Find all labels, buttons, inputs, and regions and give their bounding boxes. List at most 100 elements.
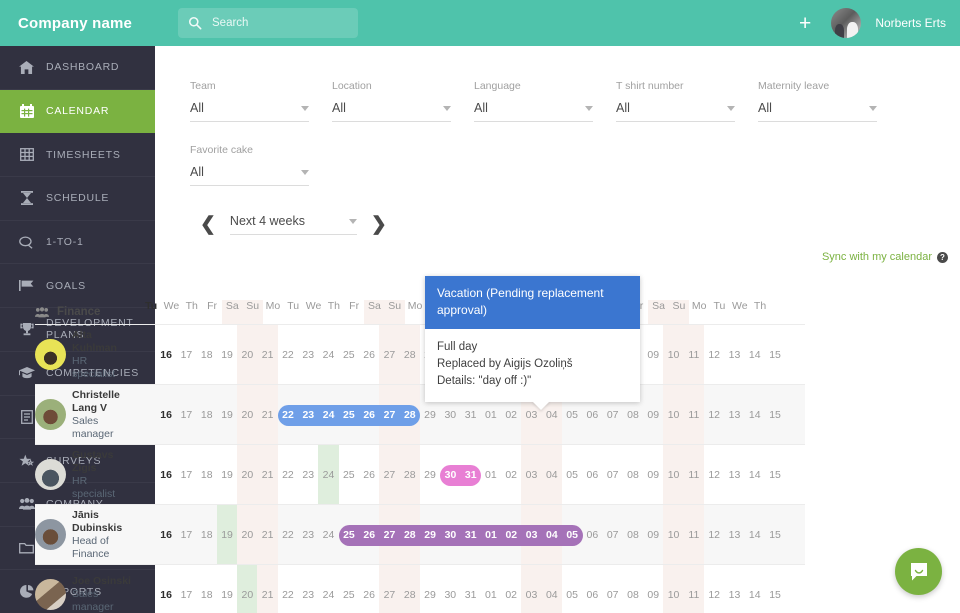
day-cell[interactable]: 11 xyxy=(684,385,704,445)
day-cell[interactable]: 04 xyxy=(542,565,562,613)
day-cell[interactable]: 10 xyxy=(663,445,683,505)
day-cell[interactable]: 15 xyxy=(765,565,785,613)
day-cell[interactable]: 22 xyxy=(278,505,298,565)
day-cell[interactable]: 11 xyxy=(684,325,704,385)
day-cell[interactable]: 19 xyxy=(217,325,237,385)
day-cell[interactable]: 10 xyxy=(663,325,683,385)
day-cell[interactable]: 16 xyxy=(156,325,176,385)
day-cell[interactable]: 22 xyxy=(278,325,298,385)
day-cell[interactable]: 17 xyxy=(176,325,196,385)
day-cell[interactable]: 05 xyxy=(562,565,582,613)
day-cell[interactable]: 14 xyxy=(745,445,765,505)
day-cell[interactable]: 13 xyxy=(724,325,744,385)
event-bar[interactable]: 22 23 24 25 26 27 28 xyxy=(277,404,421,426)
avatar[interactable] xyxy=(831,8,862,38)
day-cell[interactable]: 18 xyxy=(197,565,217,613)
day-cell[interactable]: 12 xyxy=(704,505,724,565)
day-cell[interactable]: 14 xyxy=(745,385,765,445)
day-cell[interactable]: 11 xyxy=(684,565,704,613)
day-cell[interactable]: 23 xyxy=(298,505,318,565)
day-cell[interactable]: 07 xyxy=(603,445,623,505)
day-cell[interactable]: 23 xyxy=(298,325,318,385)
day-cell[interactable]: 26 xyxy=(359,565,379,613)
person-cell[interactable]: Gustavs Zigis HR specialist xyxy=(35,449,156,501)
day-cell[interactable]: 17 xyxy=(176,565,196,613)
day-cell[interactable]: 10 xyxy=(663,385,683,445)
day-cell[interactable]: 18 xyxy=(197,325,217,385)
event-bar[interactable]: 30 31 xyxy=(440,464,481,486)
day-cell[interactable]: 16 xyxy=(156,505,176,565)
day-cell[interactable]: 20 xyxy=(237,505,257,565)
day-cell[interactable]: 18 xyxy=(197,505,217,565)
day-cell[interactable]: 08 xyxy=(623,445,643,505)
day-cell[interactable]: 06 xyxy=(582,505,602,565)
day-cell[interactable]: 24 xyxy=(318,505,338,565)
day-cell[interactable]: 29 xyxy=(420,565,440,613)
day-cell[interactable]: 07 xyxy=(603,565,623,613)
filter-tshirt-number-select[interactable]: All xyxy=(616,101,735,122)
day-cell[interactable]: 20 xyxy=(237,445,257,505)
sidebar-item-dashboard[interactable]: DASHBOARD xyxy=(0,46,155,90)
day-cell[interactable]: 08 xyxy=(623,565,643,613)
filter-team-select[interactable]: All xyxy=(190,101,309,122)
day-cell[interactable]: 02 xyxy=(501,445,521,505)
day-cell[interactable]: 07 xyxy=(603,505,623,565)
filter-location-select[interactable]: All xyxy=(332,101,451,122)
day-cell[interactable]: 05 xyxy=(562,445,582,505)
user-name[interactable]: Norberts Erts xyxy=(875,16,946,30)
day-cell[interactable]: 12 xyxy=(704,445,724,505)
day-cell[interactable]: 20 xyxy=(237,385,257,445)
day-cell[interactable]: 19 xyxy=(217,385,237,445)
day-cell[interactable]: 14 xyxy=(745,505,765,565)
week-range-select[interactable]: Next 4 weeks xyxy=(229,214,357,235)
day-cell[interactable]: 25 xyxy=(339,445,359,505)
day-cell[interactable]: 09 xyxy=(643,385,663,445)
person-cell[interactable]: Christelle Lang V Sales manager xyxy=(35,389,156,441)
day-cell[interactable]: 23 xyxy=(298,445,318,505)
day-cell[interactable]: 24 xyxy=(318,325,338,385)
filter-language-select[interactable]: All xyxy=(474,101,593,122)
day-cell[interactable]: 19 xyxy=(217,445,237,505)
day-cell[interactable]: 11 xyxy=(684,505,704,565)
day-cell[interactable]: 18 xyxy=(197,445,217,505)
day-cell[interactable]: 24 xyxy=(318,445,338,505)
day-cell[interactable]: 21 xyxy=(257,325,277,385)
day-cell[interactable]: 18 xyxy=(197,385,217,445)
sidebar-item-schedule[interactable]: SCHEDULE xyxy=(0,177,155,221)
day-cell[interactable]: 13 xyxy=(724,505,744,565)
day-cell[interactable]: 23 xyxy=(298,565,318,613)
day-cell[interactable]: 02 xyxy=(501,565,521,613)
day-cell[interactable]: 19 xyxy=(217,565,237,613)
filter-maternity-leave-select[interactable]: All xyxy=(758,101,877,122)
day-cell[interactable]: 08 xyxy=(623,505,643,565)
day-cell[interactable]: 15 xyxy=(765,325,785,385)
chat-smiley-icon[interactable] xyxy=(895,548,942,595)
day-cell[interactable]: 12 xyxy=(704,565,724,613)
table-row[interactable]: Gustavs Zigis HR specialist 16 17 18 19 20 21 22… xyxy=(35,445,805,505)
day-cell[interactable]: 14 xyxy=(745,325,765,385)
day-cell[interactable]: 04 xyxy=(542,445,562,505)
day-cell[interactable]: 21 xyxy=(257,385,277,445)
day-cell[interactable]: 06 xyxy=(582,565,602,613)
day-cell[interactable]: 01 xyxy=(481,445,501,505)
day-cell[interactable]: 24 xyxy=(318,565,338,613)
day-cell[interactable]: 15 xyxy=(765,385,785,445)
sidebar-item-1to1[interactable]: 1-TO-1 xyxy=(0,221,155,265)
day-cell[interactable]: 06 xyxy=(582,445,602,505)
day-cell[interactable]: 09 xyxy=(643,445,663,505)
day-cell[interactable]: 12 xyxy=(704,325,724,385)
day-cell[interactable]: 10 xyxy=(663,505,683,565)
question-mark-icon[interactable]: ? xyxy=(937,251,948,263)
day-cell[interactable]: 19 xyxy=(217,505,237,565)
day-cell[interactable]: 01 xyxy=(481,565,501,613)
day-cell[interactable]: 20 xyxy=(237,565,257,613)
chevron-left-icon[interactable]: ❮ xyxy=(200,215,216,234)
day-cell[interactable]: 11 xyxy=(684,445,704,505)
day-cell[interactable]: 27 xyxy=(379,445,399,505)
day-cell[interactable]: 17 xyxy=(176,445,196,505)
day-cell[interactable]: 31 xyxy=(460,565,480,613)
day-cell[interactable]: 26 xyxy=(359,445,379,505)
day-cell[interactable]: 17 xyxy=(176,505,196,565)
day-cell[interactable]: 12 xyxy=(704,385,724,445)
day-cell[interactable]: 09 xyxy=(643,505,663,565)
